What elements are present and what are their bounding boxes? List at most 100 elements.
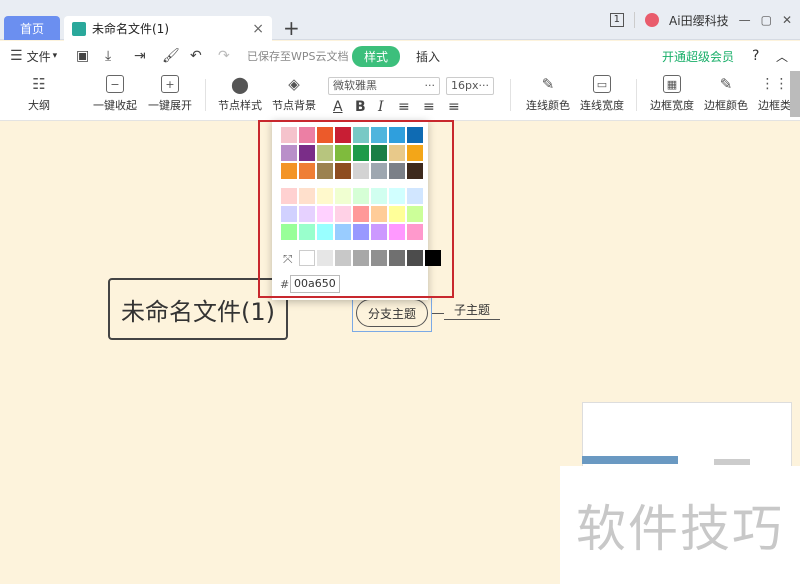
- color-swatch[interactable]: [371, 127, 387, 143]
- color-swatch[interactable]: [407, 145, 423, 161]
- download-icon[interactable]: ⤓: [105, 48, 111, 64]
- align-right-icon[interactable]: ≡: [448, 99, 460, 115]
- font-size-select[interactable]: 16px ···: [446, 77, 494, 95]
- color-swatch[interactable]: [281, 224, 297, 240]
- color-swatch[interactable]: [407, 127, 423, 143]
- color-swatch[interactable]: [335, 206, 351, 222]
- color-swatch[interactable]: [353, 127, 369, 143]
- color-swatch[interactable]: [317, 145, 333, 161]
- collapse-all-button[interactable]: − 一键收起: [93, 75, 137, 113]
- color-swatch[interactable]: [317, 250, 333, 266]
- line-width-button[interactable]: ▭ 连线宽度: [580, 75, 624, 113]
- color-swatch[interactable]: [299, 188, 315, 204]
- color-swatch[interactable]: [389, 163, 405, 179]
- panel-tab-active[interactable]: [582, 456, 678, 464]
- color-swatch[interactable]: [317, 163, 333, 179]
- color-swatch[interactable]: [389, 224, 405, 240]
- color-swatch[interactable]: [353, 145, 369, 161]
- color-swatch[interactable]: [353, 250, 369, 266]
- collapse-ribbon-icon[interactable]: ︿: [776, 48, 788, 65]
- color-swatch[interactable]: [389, 206, 405, 222]
- format-painter-icon[interactable]: 🖌: [162, 48, 180, 64]
- border-width-button[interactable]: ▦ 边框宽度: [650, 75, 694, 113]
- color-swatch[interactable]: [299, 250, 315, 266]
- subtopic-node[interactable]: 子主题: [444, 301, 500, 320]
- color-swatch[interactable]: [407, 250, 423, 266]
- color-swatch[interactable]: [335, 163, 351, 179]
- color-swatch[interactable]: [407, 206, 423, 222]
- color-swatch[interactable]: [281, 163, 297, 179]
- italic-icon[interactable]: I: [378, 99, 384, 115]
- root-topic-node[interactable]: 未命名文件(1): [108, 278, 288, 340]
- avatar[interactable]: [645, 13, 660, 27]
- redo-icon[interactable]: ↷: [218, 48, 230, 64]
- color-swatch[interactable]: [335, 224, 351, 240]
- color-swatch[interactable]: [389, 188, 405, 204]
- maximize-icon[interactable]: ▢: [761, 13, 772, 27]
- font-color-icon[interactable]: A: [333, 99, 343, 115]
- color-swatch[interactable]: [371, 145, 387, 161]
- tab-document[interactable]: 未命名文件(1) ×: [64, 16, 272, 41]
- color-swatch[interactable]: [425, 250, 441, 266]
- color-swatch[interactable]: [353, 163, 369, 179]
- tab-style[interactable]: 样式: [352, 45, 401, 67]
- ribbon-scrollbar[interactable]: [790, 71, 800, 117]
- color-swatch[interactable]: [371, 250, 387, 266]
- color-swatch[interactable]: [317, 206, 333, 222]
- color-swatch[interactable]: [317, 188, 333, 204]
- font-family-select[interactable]: 微软雅黑 ···: [328, 77, 440, 95]
- color-swatch[interactable]: [407, 188, 423, 204]
- border-type-button[interactable]: ⋮⋮ 边框类: [758, 75, 791, 113]
- align-left-icon[interactable]: ≡: [398, 99, 410, 115]
- color-swatch[interactable]: [353, 188, 369, 204]
- eyedropper-icon[interactable]: ⤧: [283, 252, 293, 267]
- color-swatch[interactable]: [299, 163, 315, 179]
- tab-home[interactable]: 首页: [4, 16, 60, 40]
- color-swatch[interactable]: [389, 127, 405, 143]
- tab-insert[interactable]: 插入: [416, 48, 440, 65]
- align-center-icon[interactable]: ≡: [423, 99, 435, 115]
- color-swatch[interactable]: [281, 206, 297, 222]
- color-swatch[interactable]: [407, 224, 423, 240]
- color-swatch[interactable]: [371, 163, 387, 179]
- minimize-icon[interactable]: —: [739, 13, 751, 27]
- panel-tab[interactable]: [714, 459, 750, 465]
- file-menu[interactable]: ☰ 文件 ▾: [10, 48, 57, 65]
- color-swatch[interactable]: [317, 224, 333, 240]
- color-swatch[interactable]: [371, 188, 387, 204]
- color-swatch[interactable]: [335, 145, 351, 161]
- window-count-badge[interactable]: 1: [609, 13, 625, 27]
- help-icon[interactable]: ?: [752, 48, 759, 64]
- color-swatch[interactable]: [353, 224, 369, 240]
- color-swatch[interactable]: [317, 127, 333, 143]
- color-swatch[interactable]: [281, 188, 297, 204]
- color-swatch[interactable]: [371, 206, 387, 222]
- color-swatch[interactable]: [389, 250, 405, 266]
- node-style-button[interactable]: ⬤ 节点样式: [218, 75, 262, 113]
- line-color-button[interactable]: ✎ 连线颜色: [526, 75, 570, 113]
- color-swatch[interactable]: [371, 224, 387, 240]
- color-swatch[interactable]: [335, 188, 351, 204]
- close-window-icon[interactable]: ✕: [782, 13, 792, 27]
- new-tab-button[interactable]: +: [283, 16, 300, 40]
- color-swatch[interactable]: [299, 145, 315, 161]
- color-swatch[interactable]: [353, 206, 369, 222]
- color-swatch[interactable]: [299, 224, 315, 240]
- color-swatch[interactable]: [299, 127, 315, 143]
- color-swatch[interactable]: [281, 127, 297, 143]
- close-tab-icon[interactable]: ×: [252, 21, 264, 37]
- export-icon[interactable]: ⇥: [134, 48, 146, 64]
- hex-color-input[interactable]: 00a650: [290, 275, 340, 293]
- node-background-button[interactable]: ◈ 节点背景: [272, 75, 316, 113]
- upgrade-link[interactable]: 开通超级会员: [662, 48, 734, 65]
- bold-icon[interactable]: B: [355, 99, 366, 115]
- color-swatch[interactable]: [335, 250, 351, 266]
- account-name[interactable]: Ai田缨科技: [669, 12, 729, 29]
- outline-button[interactable]: ☷ 大纲: [28, 75, 50, 113]
- expand-all-button[interactable]: + 一键展开: [148, 75, 192, 113]
- color-swatch[interactable]: [335, 127, 351, 143]
- border-color-button[interactable]: ✎ 边框颜色: [704, 75, 748, 113]
- color-swatch[interactable]: [389, 145, 405, 161]
- color-swatch[interactable]: [299, 206, 315, 222]
- save-icon[interactable]: ▣: [76, 48, 89, 64]
